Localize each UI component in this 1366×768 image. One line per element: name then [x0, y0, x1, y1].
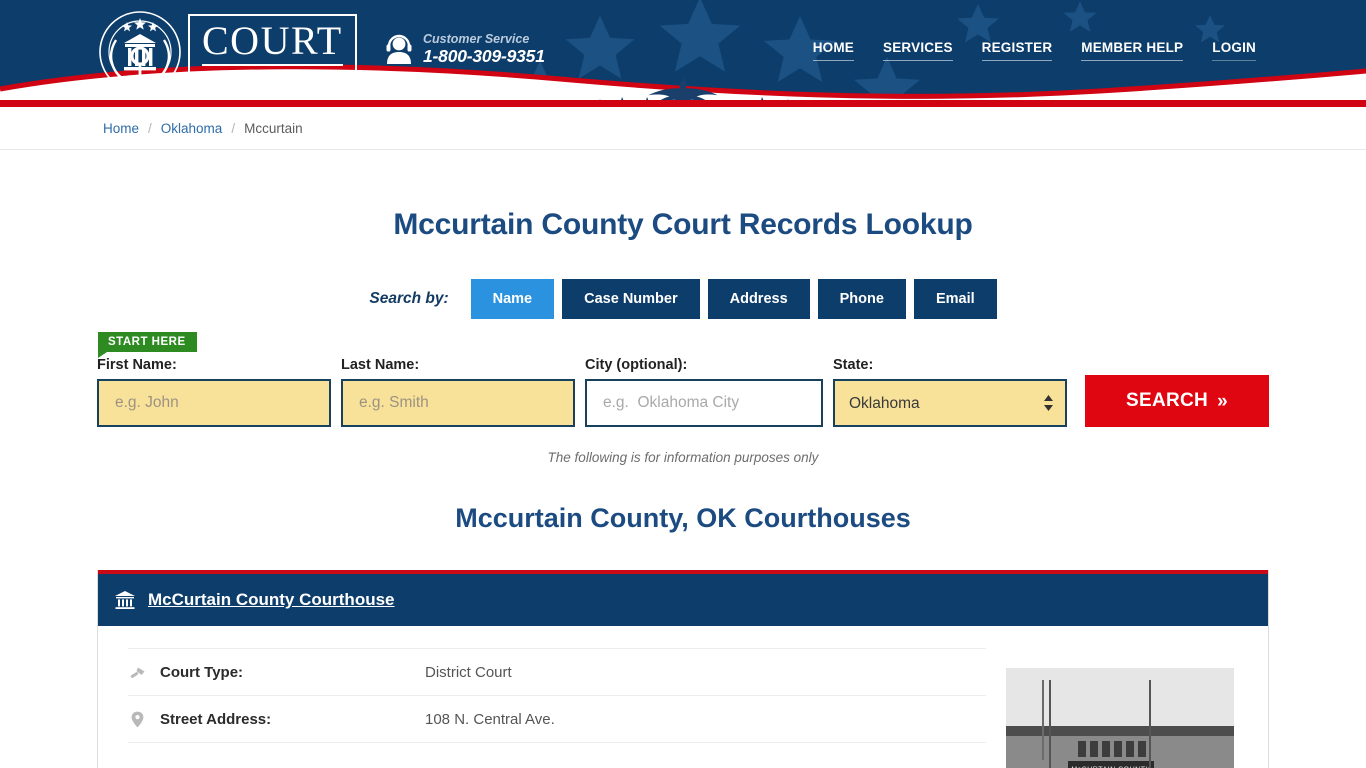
disclaimer-text: The following is for information purpose… [547, 450, 819, 465]
city-label: City (optional): [585, 357, 688, 373]
main-content: Mccurtain County Court Records Lookup Se… [0, 208, 1366, 768]
map-pin-icon [128, 711, 146, 728]
state-label: State: [833, 357, 874, 373]
detail-label-street-address: Street Address: [160, 710, 272, 728]
courthouse-details-table: Court Type: District Court Street Addres… [128, 648, 1006, 768]
city-input[interactable] [585, 379, 823, 427]
search-form: START HERE First Name: Last Name: City (… [97, 332, 1269, 427]
search-by-label: Search by: [369, 290, 449, 307]
nav-item-member-help[interactable]: MEMBER HELP [1081, 40, 1184, 61]
tab-case-number[interactable]: Case Number [562, 279, 700, 319]
breadcrumb-item-home[interactable]: Home [103, 121, 139, 136]
bank-building-icon [115, 591, 135, 609]
courthouse-name-link[interactable]: McCurtain County Courthouse [148, 590, 395, 610]
nav-item-login[interactable]: LOGIN [1212, 40, 1256, 61]
customer-service-block: Customer Service 1-800-309-9351 [385, 32, 545, 67]
page-title: Mccurtain County Court Records Lookup [393, 208, 973, 241]
courthouse-photo-container: McCURTAIN COUNTY [1006, 648, 1238, 768]
tab-name[interactable]: Name [470, 279, 555, 319]
site-header: COURT CASE FINDER Customer Service 1-800… [0, 0, 1366, 107]
last-name-input[interactable] [341, 379, 575, 427]
courthouse-card: McCurtain County Courthouse Court Type: [97, 570, 1269, 768]
breadcrumb-separator: / [148, 120, 152, 136]
start-here-badge: START HERE [98, 332, 197, 358]
logo-main-text: COURT [202, 20, 343, 66]
detail-label-court-type: Court Type: [160, 663, 244, 681]
courthouse-card-header: McCurtain County Courthouse [98, 570, 1268, 626]
search-form-row: First Name: Last Name: City (optional): … [97, 357, 1269, 427]
main-navigation: HOME SERVICES REGISTER MEMBER HELP LOGIN [812, 40, 1256, 61]
search-button-label: SEARCH [1126, 390, 1209, 411]
headset-support-icon [386, 35, 412, 65]
nav-item-register[interactable]: REGISTER [981, 40, 1053, 61]
table-row [128, 742, 986, 768]
tab-address[interactable]: Address [707, 279, 810, 319]
nav-item-services[interactable]: SERVICES [883, 40, 953, 61]
logo-text-box: COURT CASE FINDER [188, 13, 357, 91]
first-name-input[interactable] [97, 379, 331, 427]
breadcrumb-item-mccurtain: Mccurtain [244, 120, 303, 136]
search-by-tabs: Search by: Name Case Number Address Phon… [0, 279, 1366, 319]
header-red-stripe [0, 100, 1366, 107]
tab-email[interactable]: Email [913, 279, 997, 319]
detail-value-street-address: 108 N. Central Ave. [425, 710, 555, 728]
breadcrumb: Home / Oklahoma / Mccurtain [0, 107, 1366, 150]
first-name-label: First Name: [97, 357, 177, 373]
nav-item-home[interactable]: HOME [812, 40, 855, 61]
logo-sub-text: CASE FINDER [209, 68, 339, 81]
state-select[interactable]: Oklahoma [833, 379, 1067, 427]
breadcrumb-item-oklahoma[interactable]: Oklahoma [161, 121, 223, 136]
court-seal-icon [99, 11, 181, 93]
search-button[interactable]: SEARCH » [1085, 375, 1269, 427]
site-logo[interactable]: COURT CASE FINDER [98, 10, 357, 94]
breadcrumb-separator: / [231, 120, 236, 136]
search-chevron-icon: » [1217, 390, 1228, 412]
customer-service-label: Customer Service [423, 32, 530, 46]
detail-value-court-type: District Court [425, 663, 512, 681]
last-name-field-group: Last Name: [341, 357, 575, 427]
tab-phone[interactable]: Phone [817, 279, 906, 319]
section-title-courthouses: Mccurtain County, OK Courthouses [455, 503, 911, 533]
city-field-group: City (optional): [585, 357, 823, 427]
customer-service-phone: 1-800-309-9351 [423, 46, 545, 67]
gavel-icon [128, 664, 146, 681]
table-row: Street Address: 108 N. Central Ave. [128, 695, 986, 742]
courthouse-photo: McCURTAIN COUNTY [1006, 668, 1234, 768]
courthouse-card-body: Court Type: District Court Street Addres… [98, 626, 1268, 768]
state-field-group: State: Oklahoma [833, 357, 1067, 427]
last-name-label: Last Name: [341, 357, 420, 373]
table-row: Court Type: District Court [128, 648, 986, 695]
first-name-field-group: First Name: [97, 357, 331, 427]
